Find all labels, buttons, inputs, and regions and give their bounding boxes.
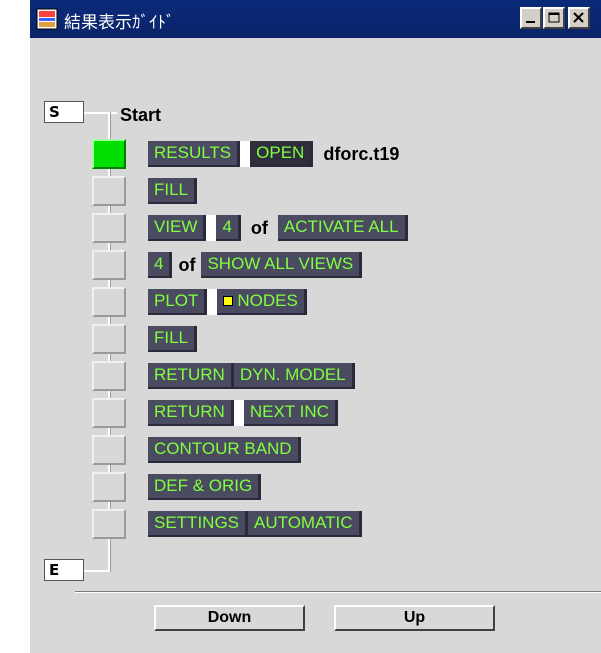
maximize-icon [548, 12, 560, 23]
step-action-button[interactable]: VIEW [148, 215, 207, 241]
down-button[interactable]: Down [154, 605, 305, 631]
step-row: FILL [148, 176, 198, 206]
step-action-button[interactable]: NEXT INC [243, 400, 338, 426]
step-action-label: ACTIVATE ALL [283, 217, 399, 236]
window-title: 結果表示ｶﾞｲﾄﾞ [64, 13, 175, 33]
step-action-label: RETURN [154, 402, 225, 421]
step-row: RESULTS OPEN dforc.t19 [148, 139, 409, 169]
close-icon [573, 12, 584, 23]
step-row: 4 of SHOW ALL VIEWS [148, 250, 363, 280]
step-action-button[interactable]: FILL [148, 326, 198, 352]
step-action-button[interactable]: CONTOUR BAND [148, 437, 301, 463]
step-checkbox[interactable] [92, 250, 126, 280]
step-checkbox[interactable] [92, 213, 126, 243]
step-action-label: RETURN [154, 365, 225, 384]
step-row: SETTINGS AUTOMATIC [148, 509, 362, 539]
step-row: RETURN NEXT INC [148, 398, 338, 428]
step-action-button[interactable]: RETURN [148, 363, 234, 389]
step-checkbox[interactable] [92, 509, 126, 539]
step-row: RETURN DYN. MODEL [148, 361, 355, 391]
step-checkbox[interactable] [92, 176, 126, 206]
step-row: CONTOUR BAND [148, 435, 301, 465]
end-node: E [44, 559, 84, 581]
step-action-button[interactable]: ACTIVATE ALL [277, 215, 408, 241]
step-action-button[interactable]: SETTINGS [148, 511, 249, 537]
step-text: of [178, 254, 196, 275]
step-action-label: NEXT INC [249, 402, 329, 421]
result-guide-window: 結果表示ｶﾞｲﾄﾞ S Start E RESULTS OPEN dforc.t19… [30, 0, 601, 653]
separator [75, 592, 601, 593]
step-checkbox[interactable] [92, 435, 126, 465]
step-action-button[interactable]: SHOW ALL VIEWS [201, 252, 363, 278]
step-text: of [250, 217, 268, 238]
input-gap [233, 400, 244, 426]
step-action-label: FILL [154, 180, 189, 199]
step-action-label: 4 [222, 217, 232, 236]
node-icon [223, 296, 234, 306]
step-action-label: DEF & ORIG [154, 476, 253, 495]
step-action-button[interactable]: RETURN [148, 400, 234, 426]
step-action-label: FILL [154, 328, 189, 347]
step-action-label: SETTINGS [154, 513, 240, 532]
step-action-label: DYN. MODEL [239, 365, 346, 384]
step-action-button[interactable]: FILL [148, 178, 198, 204]
step-action-label: RESULTS [154, 143, 232, 162]
step-action-label: SHOW ALL VIEWS [207, 254, 354, 273]
step-action-button[interactable]: 4 [148, 252, 173, 278]
step-action-button[interactable]: PLOT [148, 289, 208, 315]
step-action-button[interactable]: OPEN [250, 141, 314, 167]
step-text: dforc.t19 [323, 143, 400, 164]
close-button[interactable] [568, 7, 590, 29]
app-icon [36, 8, 58, 30]
step-checkbox[interactable] [92, 361, 126, 391]
step-row: DEF & ORIG [148, 472, 262, 502]
step-action-label: AUTOMATIC [254, 513, 353, 532]
minimize-button[interactable] [520, 7, 542, 29]
input-gap [240, 141, 251, 167]
tree-connector [80, 570, 110, 572]
step-action-button[interactable]: DEF & ORIG [148, 474, 262, 500]
start-label: Start [120, 105, 162, 125]
up-button[interactable]: Up [334, 605, 495, 631]
step-action-label: VIEW [154, 217, 198, 236]
step-checkbox[interactable] [92, 472, 126, 502]
step-checkbox[interactable] [92, 324, 126, 354]
step-action-label: OPEN [256, 143, 305, 162]
step-action-button[interactable]: DYN. MODEL [233, 363, 355, 389]
step-checkbox[interactable] [92, 139, 126, 169]
step-action-label: NODES [237, 291, 298, 310]
step-action-label: 4 [154, 254, 164, 273]
input-gap [206, 215, 217, 241]
step-action-button[interactable]: NODES [217, 289, 307, 315]
step-action-button[interactable]: RESULTS [148, 141, 241, 167]
minimize-icon [526, 21, 535, 23]
tree-connector [80, 112, 117, 114]
step-row: PLOT NODES [148, 287, 307, 317]
step-action-label: PLOT [154, 291, 199, 310]
step-action-button[interactable]: AUTOMATIC [248, 511, 362, 537]
step-checkbox[interactable] [92, 287, 126, 317]
maximize-button[interactable] [543, 7, 565, 29]
step-row: FILL [148, 324, 198, 354]
title-bar[interactable]: 結果表示ｶﾞｲﾄﾞ [30, 0, 601, 38]
step-checkbox[interactable] [92, 398, 126, 428]
step-action-label: CONTOUR BAND [154, 439, 292, 458]
step-action-button[interactable]: 4 [216, 215, 241, 241]
input-gap [207, 289, 218, 315]
start-node: S [44, 101, 84, 123]
step-row: VIEW 4 of ACTIVATE ALL [148, 213, 408, 243]
